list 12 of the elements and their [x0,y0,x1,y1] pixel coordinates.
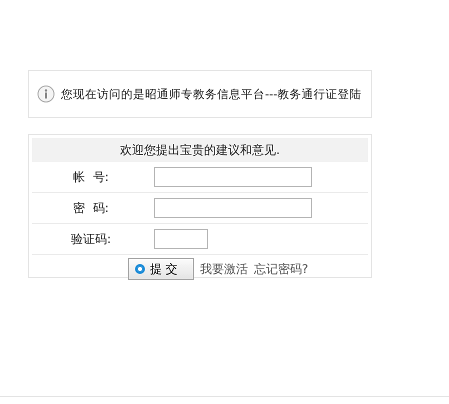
input-field[interactable] [154,167,312,187]
input-field[interactable] [154,198,312,218]
form-header: 欢迎您提出宝贵的建议和意见. [32,138,368,162]
notice-text: 您现在访问的是昭通师专教务信息平台---教务通行证登陆 [61,86,362,102]
field-label: 验证码: [70,230,112,248]
field-label: 帐 号: [72,168,110,186]
info-icon [37,85,55,103]
input-field[interactable] [154,229,208,249]
submit-button[interactable]: 提 交 [128,258,194,280]
link[interactable]: 忘记密码? [254,260,308,278]
link[interactable]: 我要激活 [200,260,248,278]
field-label: 密 码: [72,200,110,216]
